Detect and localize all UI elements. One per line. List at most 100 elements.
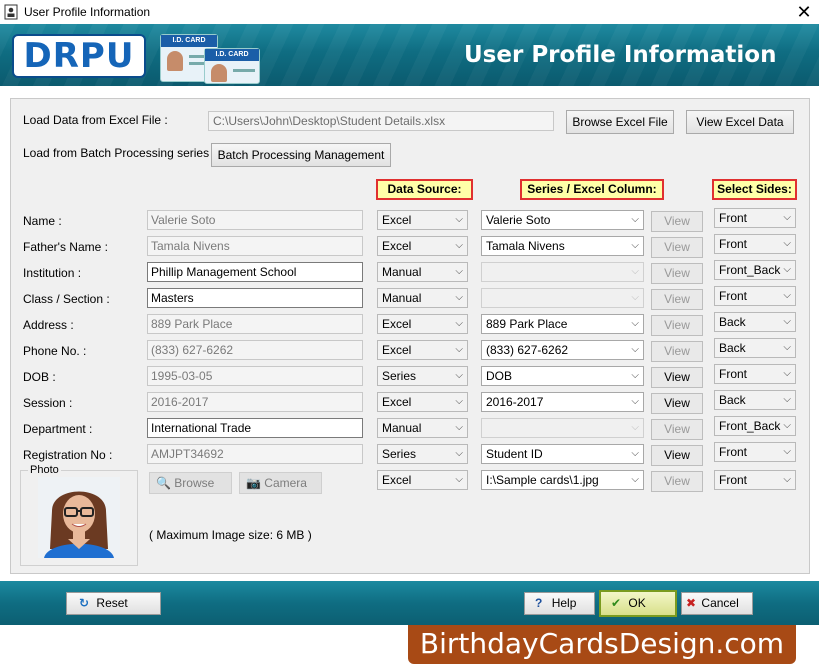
checkmark-icon: ✔ <box>611 596 622 610</box>
browse-excel-button[interactable]: Browse Excel File <box>566 110 674 134</box>
chevron-down-icon: ⌵ <box>455 292 463 303</box>
chevron-down-icon: ⌵ <box>631 292 639 303</box>
chevron-down-icon: ⌵ <box>631 344 639 355</box>
data-source-header: Data Source: <box>376 179 473 200</box>
view-button[interactable]: View <box>651 367 703 388</box>
view-button[interactable]: View <box>651 393 703 414</box>
title-bar: User Profile Information ✕ <box>0 0 819 24</box>
data-source-select[interactable]: Manual ⌵ <box>377 288 468 308</box>
data-source-select[interactable]: Excel ⌵ <box>377 340 468 360</box>
data-source-select[interactable]: Manual ⌵ <box>377 262 468 282</box>
view-button[interactable]: View <box>651 445 703 466</box>
view-button[interactable]: View <box>651 263 703 284</box>
chevron-down-icon: ⌵ <box>455 344 463 355</box>
field-label: Session : <box>23 396 73 410</box>
reset-button[interactable]: ↻ Reset <box>66 592 161 615</box>
field-value-input[interactable]: 889 Park Place <box>147 314 363 334</box>
chevron-down-icon: ⌵ <box>631 214 639 225</box>
view-button[interactable]: View <box>651 341 703 362</box>
side-select[interactable]: Back ⌵ <box>714 338 796 358</box>
chevron-down-icon: ⌵ <box>631 266 639 277</box>
side-select[interactable]: Back ⌵ <box>714 312 796 332</box>
side-select[interactable]: Front ⌵ <box>714 442 796 462</box>
batch-label: Load from Batch Processing series : <box>23 146 216 160</box>
photo-camera-button[interactable]: 📷 Camera <box>239 472 322 494</box>
data-source-select[interactable]: Series ⌵ <box>377 444 468 464</box>
excel-path-field[interactable]: C:\Users\John\Desktop\Student Details.xl… <box>208 111 554 131</box>
field-value-input[interactable]: AMJPT34692 <box>147 444 363 464</box>
field-label: Institution : <box>23 266 82 280</box>
ok-button[interactable]: ✔ OK <box>599 590 677 617</box>
photo-label: Photo <box>28 464 61 476</box>
view-excel-data-button[interactable]: View Excel Data <box>686 110 794 134</box>
series-column-select[interactable]: ⌵ <box>481 262 644 282</box>
view-button[interactable]: View <box>651 315 703 336</box>
view-button[interactable]: View <box>651 237 703 258</box>
series-column-select[interactable]: ⌵ <box>481 418 644 438</box>
chevron-down-icon: ⌵ <box>455 370 463 381</box>
photo-side-select[interactable]: Front ⌵ <box>714 470 796 490</box>
data-source-select[interactable]: Excel ⌵ <box>377 210 468 230</box>
field-value-input[interactable]: Valerie Soto <box>147 210 363 230</box>
series-column-select[interactable]: 2016-2017 ⌵ <box>481 392 644 412</box>
photo-image <box>38 477 120 558</box>
help-icon: ? <box>535 596 543 610</box>
field-label: Address : <box>23 318 74 332</box>
field-label: Registration No : <box>23 448 113 462</box>
chevron-down-icon: ⌵ <box>783 342 791 353</box>
field-value-input[interactable]: International Trade <box>147 418 363 438</box>
side-select[interactable]: Front ⌵ <box>714 364 796 384</box>
series-column-select[interactable]: (833) 627-6262 ⌵ <box>481 340 644 360</box>
photo-view-button[interactable]: View <box>651 471 703 492</box>
photo-column-select[interactable]: I:\Sample cards\1.jpg ⌵ <box>481 470 644 490</box>
series-column-select[interactable]: Tamala Nivens ⌵ <box>481 236 644 256</box>
field-value-input[interactable]: (833) 627-6262 <box>147 340 363 360</box>
chevron-down-icon: ⌵ <box>455 396 463 407</box>
side-select[interactable]: Front ⌵ <box>714 286 796 306</box>
chevron-down-icon: ⌵ <box>631 474 639 485</box>
field-value-input[interactable]: Masters <box>147 288 363 308</box>
chevron-down-icon: ⌵ <box>631 396 639 407</box>
id-card-icon: I.D. CARD <box>204 48 260 84</box>
series-column-select[interactable]: Valerie Soto ⌵ <box>481 210 644 230</box>
chevron-down-icon: ⌵ <box>455 474 463 485</box>
header-title: User Profile Information <box>464 42 777 68</box>
series-column-select[interactable]: DOB ⌵ <box>481 366 644 386</box>
series-column-select[interactable]: Student ID ⌵ <box>481 444 644 464</box>
field-value-input[interactable]: Phillip Management School <box>147 262 363 282</box>
data-source-select[interactable]: Excel ⌵ <box>377 392 468 412</box>
photo-data-source-select[interactable]: Excel ⌵ <box>377 470 468 490</box>
side-select[interactable]: Front ⌵ <box>714 208 796 228</box>
view-button[interactable]: View <box>651 419 703 440</box>
help-button[interactable]: ? Help <box>524 592 595 615</box>
cancel-button[interactable]: ✖ Cancel <box>681 592 753 615</box>
series-column-select[interactable]: 889 Park Place ⌵ <box>481 314 644 334</box>
field-value-input[interactable]: 1995-03-05 <box>147 366 363 386</box>
close-icon[interactable]: ✕ <box>790 0 818 24</box>
chevron-down-icon: ⌵ <box>783 238 791 249</box>
field-value-input[interactable]: 2016-2017 <box>147 392 363 412</box>
field-label: Father's Name : <box>23 240 108 254</box>
data-source-select[interactable]: Series ⌵ <box>377 366 468 386</box>
select-sides-header: Select Sides: <box>712 179 797 200</box>
data-source-select[interactable]: Excel ⌵ <box>377 314 468 334</box>
view-button[interactable]: View <box>651 211 703 232</box>
side-select[interactable]: Front_Back ⌵ <box>714 260 796 280</box>
data-source-select[interactable]: Manual ⌵ <box>377 418 468 438</box>
side-select[interactable]: Front ⌵ <box>714 234 796 254</box>
photo-browse-button[interactable]: 🔍 Browse <box>149 472 232 494</box>
side-select[interactable]: Front_Back ⌵ <box>714 416 796 436</box>
header-banner: DRPU I.D. CARD I.D. CARD User Profile In… <box>0 24 819 86</box>
field-value-input[interactable]: Tamala Nivens <box>147 236 363 256</box>
view-button[interactable]: View <box>651 289 703 310</box>
batch-processing-button[interactable]: Batch Processing Management <box>211 143 391 167</box>
field-label: Department : <box>23 422 93 436</box>
field-label: DOB : <box>23 370 56 384</box>
side-select[interactable]: Back ⌵ <box>714 390 796 410</box>
data-source-select[interactable]: Excel ⌵ <box>377 236 468 256</box>
chevron-down-icon: ⌵ <box>783 316 791 327</box>
field-label: Name : <box>23 214 62 228</box>
brand-watermark: BirthdayCardsDesign.com <box>408 625 796 664</box>
series-column-select[interactable]: ⌵ <box>481 288 644 308</box>
chevron-down-icon: ⌵ <box>783 368 791 379</box>
